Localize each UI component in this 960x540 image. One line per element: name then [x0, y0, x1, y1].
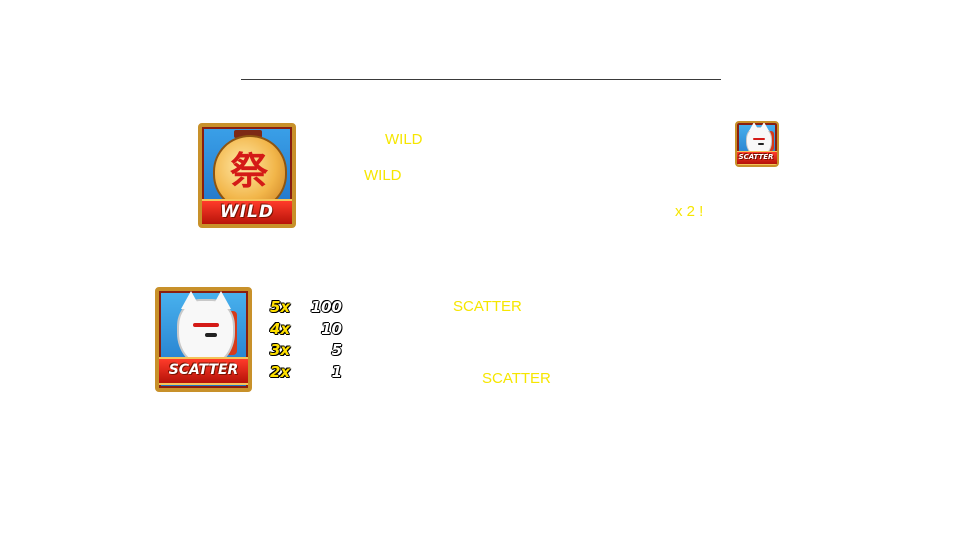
- wild-text-line-1: WILD: [385, 131, 423, 148]
- scatter-text-line-2: SCATTER: [482, 370, 551, 387]
- scatter-symbol-tile: SCATTER: [155, 287, 252, 392]
- wild-symbol-tile: 祭 WILD: [198, 123, 296, 228]
- lantern-glyph: 祭: [229, 148, 268, 193]
- paytable-row: 3x 5: [270, 340, 344, 360]
- scatter-banner-label: SCATTER: [168, 362, 239, 378]
- pay-count: 2x: [270, 363, 291, 381]
- scatter-text-line-1: SCATTER: [453, 298, 522, 315]
- wild-text-line-2: WILD: [364, 167, 402, 184]
- pay-value: 10: [321, 320, 342, 338]
- wild-multiplier-text: x 2 !: [675, 203, 704, 220]
- pay-value: 5: [331, 341, 342, 359]
- scatter-banner: SCATTER: [159, 357, 248, 385]
- pay-count: 4x: [270, 320, 291, 338]
- pay-value: 1: [331, 363, 342, 381]
- scatter-inline-icon: SCATTER: [735, 121, 779, 167]
- scatter-inline-banner: SCATTER: [737, 151, 777, 165]
- pay-count: 5x: [270, 298, 291, 316]
- pay-count: 3x: [270, 341, 291, 359]
- wild-banner: WILD: [202, 199, 292, 224]
- header-divider: [241, 79, 721, 80]
- pay-value: 100: [310, 298, 342, 316]
- paytable-row: 5x 100: [270, 297, 344, 317]
- paytable-row: 4x 10: [270, 319, 344, 339]
- wild-banner-label: WILD: [219, 202, 275, 222]
- scatter-inline-label: SCATTER: [738, 153, 774, 161]
- paytable-row: 2x 1: [270, 362, 344, 382]
